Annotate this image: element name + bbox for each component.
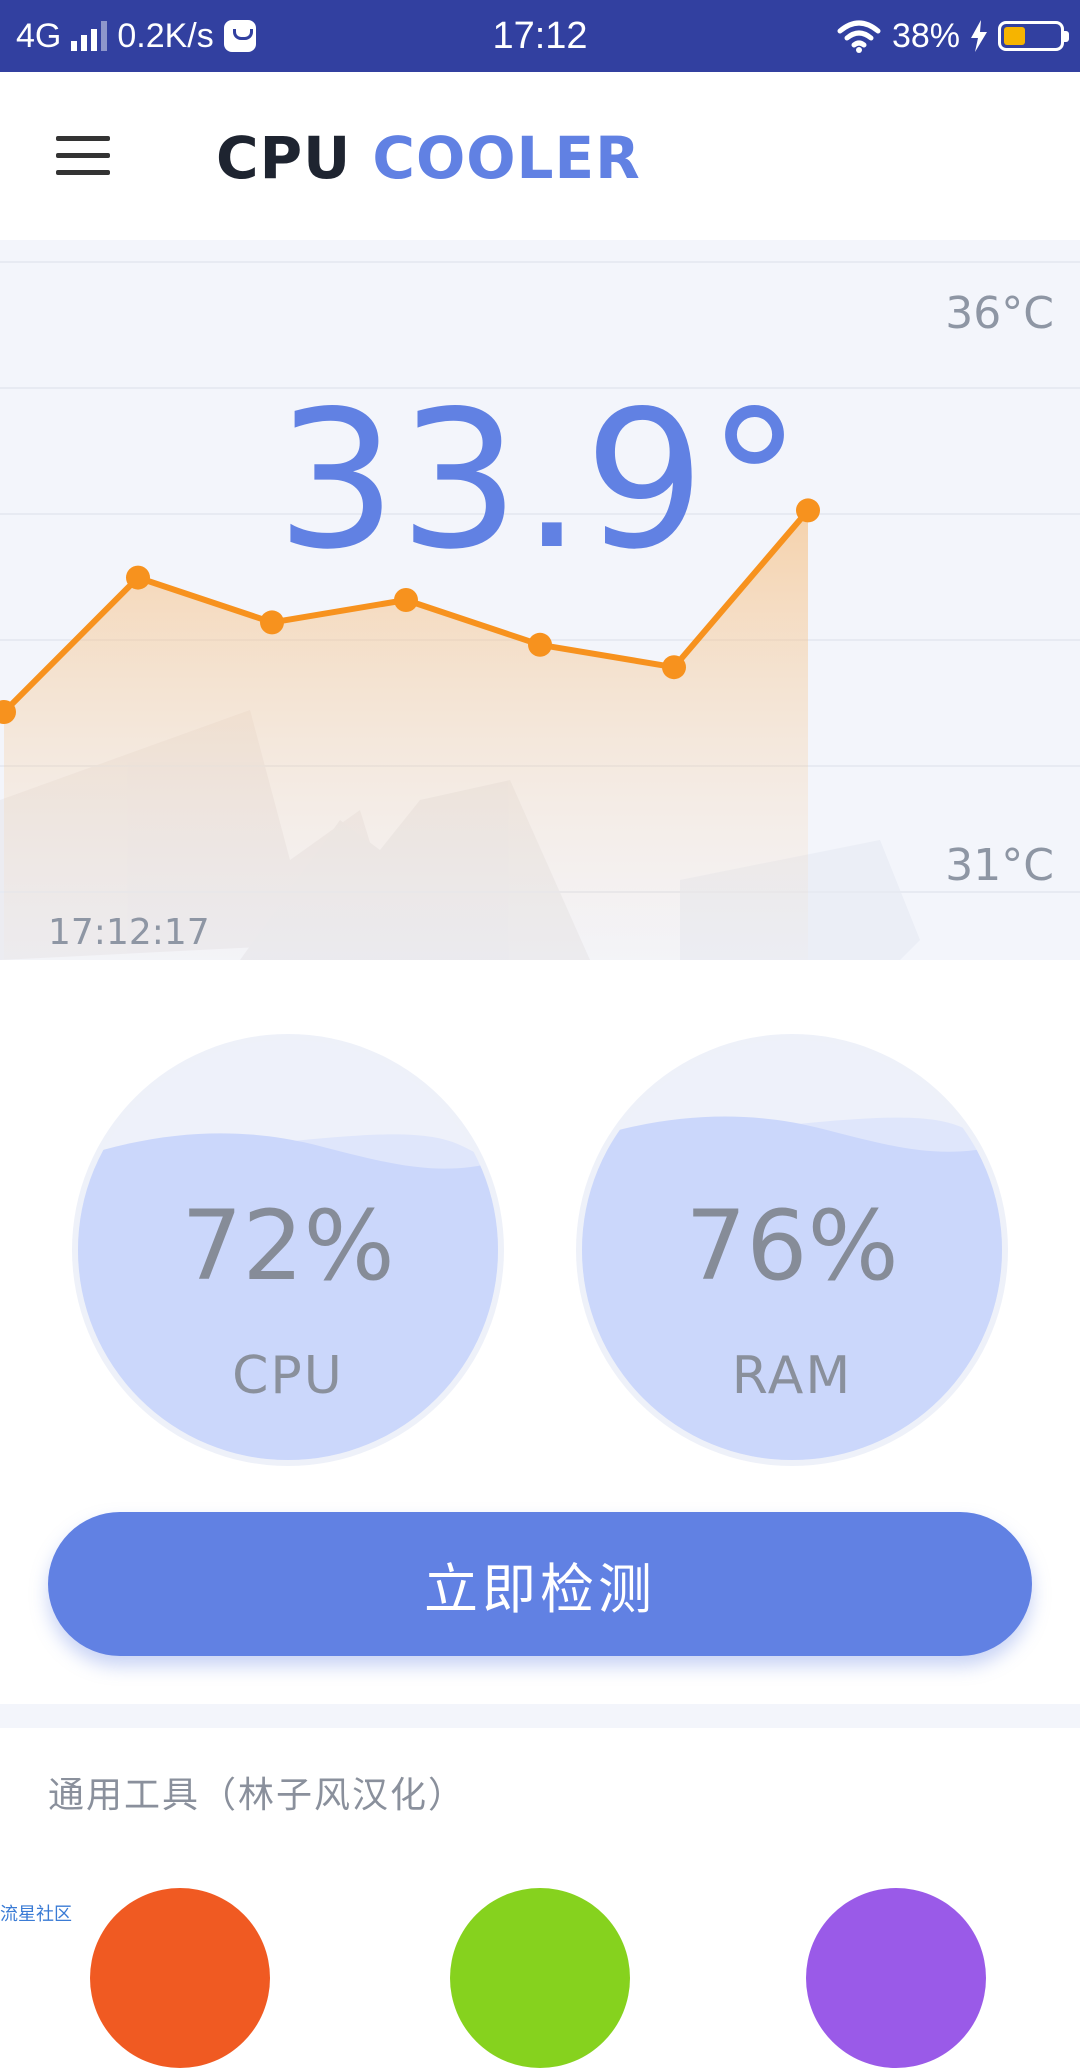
ram-usage-label: RAM bbox=[731, 1346, 853, 1406]
tool-button-3[interactable] bbox=[806, 1888, 986, 2068]
status-bar: 4G 0.2K/s 17:12 38% bbox=[0, 0, 1080, 72]
ram-usage-gauge[interactable]: 76% RAM bbox=[582, 1040, 1002, 1460]
chart-point bbox=[528, 632, 552, 657]
cpu-usage-label: CPU bbox=[232, 1346, 344, 1406]
cpu-usage-value: 72% bbox=[181, 1190, 395, 1302]
chart-time-label: 17:12:17 bbox=[48, 912, 210, 953]
chart-point bbox=[394, 588, 418, 612]
cpu-usage-gauge[interactable]: 72% CPU bbox=[78, 1040, 498, 1460]
temperature-min-label: 31°C bbox=[945, 840, 1054, 891]
clock: 17:12 bbox=[492, 14, 588, 57]
battery-percent: 38% bbox=[891, 16, 960, 55]
chart-point bbox=[260, 610, 284, 635]
temperature-max-label: 36°C bbox=[945, 288, 1054, 339]
watermark: 流星社区 bbox=[0, 1904, 72, 1925]
hamburger-menu-icon[interactable] bbox=[56, 136, 110, 176]
temperature-panel: 36°C 33.9° 31°C 17:12:17 bbox=[0, 240, 1080, 960]
app-bar: CPU COOLER bbox=[0, 72, 1080, 240]
tool-button-2[interactable] bbox=[450, 1888, 630, 2068]
tool-button-1[interactable] bbox=[90, 1888, 270, 2068]
signal-icon bbox=[71, 21, 108, 51]
battery-icon bbox=[998, 21, 1069, 51]
detect-now-button[interactable]: 立即检测 bbox=[48, 1512, 1032, 1656]
section-divider bbox=[0, 1704, 1080, 1728]
app-title-cooler: COOLER bbox=[372, 124, 641, 192]
ram-usage-value: 76% bbox=[685, 1190, 899, 1302]
wifi-icon bbox=[837, 20, 881, 53]
shopping-bag-icon bbox=[223, 20, 256, 52]
chart-point bbox=[662, 655, 686, 680]
charging-icon bbox=[971, 20, 987, 52]
app-title-cpu: CPU bbox=[216, 124, 352, 192]
current-temperature: 33.9° bbox=[275, 370, 805, 591]
network-speed: 0.2K/s bbox=[117, 16, 214, 55]
network-type: 4G bbox=[16, 16, 62, 55]
temperature-chart bbox=[0, 261, 1080, 960]
app-title: CPU COOLER bbox=[216, 124, 641, 192]
general-tools-title: 通用工具（林子风汉化） bbox=[48, 1775, 467, 1816]
battery-level bbox=[1004, 27, 1025, 45]
